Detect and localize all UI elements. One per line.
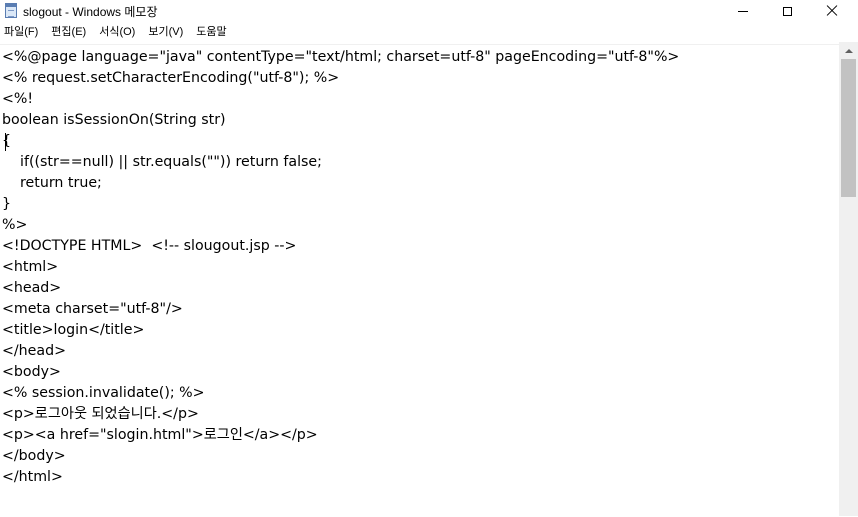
code-line: <!DOCTYPE HTML> <!-- slougout.jsp -->	[2, 238, 297, 254]
menu-help[interactable]: 도움말	[190, 22, 233, 42]
code-line: </html>	[2, 469, 63, 485]
code-line: return true;	[2, 175, 102, 191]
menu-file[interactable]: 파일(F)	[0, 22, 45, 42]
code-line: <html>	[2, 259, 59, 275]
code-line: <head>	[2, 280, 62, 296]
code-line: <% session.invalidate(); %>	[2, 385, 205, 401]
code-line: <body>	[2, 364, 61, 380]
maximize-button[interactable]	[764, 0, 810, 22]
minimize-icon	[738, 10, 748, 12]
code-line: </head>	[2, 343, 66, 359]
menu-view[interactable]: 보기(V)	[142, 22, 190, 42]
close-icon	[826, 5, 838, 17]
code-line: <%@page language="java" contentType="tex…	[2, 49, 680, 65]
code-line: {	[2, 133, 12, 149]
menu-bar: 파일(F) 편집(E) 서식(O) 보기(V) 도움말	[0, 22, 858, 42]
menu-format[interactable]: 서식(O)	[93, 22, 142, 42]
maximize-icon	[782, 6, 792, 16]
text-caret	[5, 133, 6, 151]
window-title: slogout - Windows 메모장	[23, 5, 158, 19]
text-editor[interactable]: <%@page language="java" contentType="tex…	[0, 44, 839, 517]
minimize-button[interactable]	[720, 0, 766, 22]
code-line: boolean isSessionOn(String str)	[2, 112, 226, 128]
code-line: %>	[2, 217, 28, 233]
code-line: if((str==null) || str.equals("")) return…	[2, 154, 322, 170]
notepad-icon	[5, 3, 17, 18]
code-line: <%!	[2, 91, 34, 107]
code-line: }	[2, 196, 12, 212]
close-button[interactable]	[809, 0, 855, 22]
vertical-scrollbar[interactable]	[839, 42, 858, 516]
arrow-up-icon	[844, 48, 853, 53]
title-bar: slogout - Windows 메모장	[0, 0, 858, 22]
code-line: <p><a href="slogin.html">로그인</a></p>	[2, 427, 318, 443]
code-line: <p>로그아웃 되었습니다.</p>	[2, 406, 199, 422]
scrollbar-thumb[interactable]	[841, 59, 856, 197]
menu-edit[interactable]: 편집(E)	[45, 22, 93, 42]
code-line: <meta charset="utf-8"/>	[2, 301, 183, 317]
scroll-up-button[interactable]	[839, 42, 858, 59]
code-line: <title>login</title>	[2, 322, 145, 338]
code-line: </body>	[2, 448, 66, 464]
code-line: <% request.setCharacterEncoding("utf-8")…	[2, 70, 340, 86]
